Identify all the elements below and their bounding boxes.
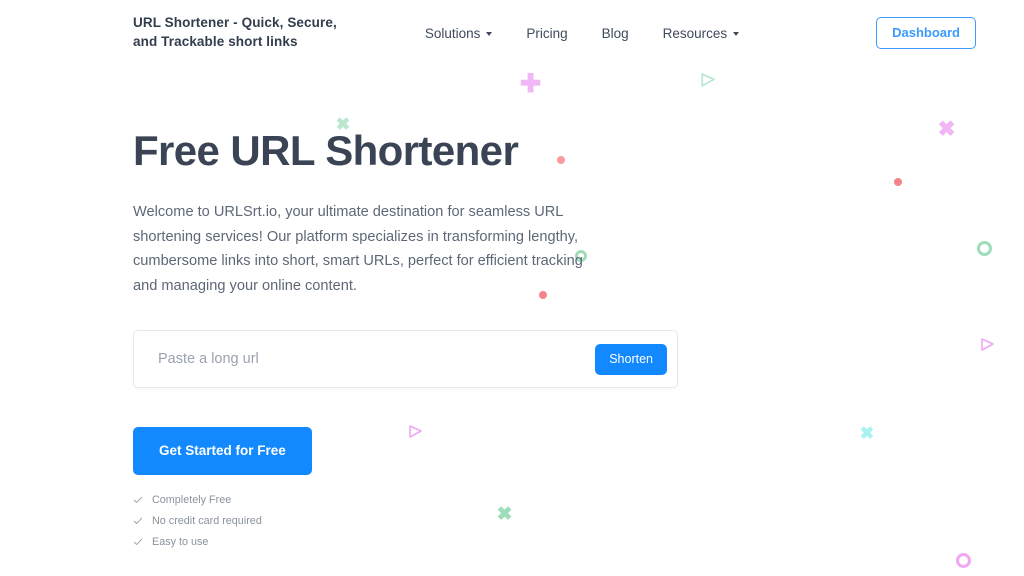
feature-list-item: No credit card required: [133, 515, 1024, 527]
get-started-button[interactable]: Get Started for Free: [133, 427, 312, 475]
check-icon: [133, 496, 143, 503]
feature-list-item: Easy to use: [133, 536, 1024, 548]
header-actions: Dashboard: [876, 17, 976, 49]
nav-item-pricing[interactable]: Pricing: [526, 26, 567, 41]
long-url-input[interactable]: [158, 331, 596, 388]
hero-section: Free URL Shortener Welcome to URLSrt.io,…: [0, 66, 1024, 548]
main-navigation: Solutions Pricing Blog Resources: [425, 26, 740, 41]
check-icon: [133, 517, 143, 524]
feature-label: Completely Free: [152, 493, 232, 506]
nav-item-solutions[interactable]: Solutions: [425, 26, 493, 41]
url-shorten-form: Shorten: [133, 330, 678, 389]
feature-list: Completely Free No credit card required Ea…: [133, 494, 1024, 548]
shorten-button[interactable]: Shorten: [595, 344, 667, 375]
nav-item-blog[interactable]: Blog: [602, 26, 629, 41]
nav-item-label: Resources: [662, 25, 728, 41]
chevron-down-icon: [486, 32, 493, 36]
check-icon: [133, 538, 143, 545]
feature-label: No credit card required: [152, 514, 262, 527]
hero-description: Welcome to URLSrt.io, your ultimate dest…: [133, 204, 583, 294]
brand-logo-text[interactable]: URL Shortener - Quick, Secure, and Track…: [133, 14, 337, 51]
dashboard-button[interactable]: Dashboard: [876, 17, 976, 49]
feature-label: Easy to use: [152, 535, 209, 548]
nav-item-label: Pricing: [526, 25, 568, 41]
chevron-down-icon: [733, 32, 740, 36]
ring-4-decoration: [956, 553, 971, 568]
feature-list-item: Completely Free: [133, 494, 1024, 506]
nav-item-resources[interactable]: Resources: [663, 26, 740, 41]
nav-item-label: Blog: [601, 25, 629, 41]
page-title: Free URL Shortener: [133, 127, 519, 174]
site-header: URL Shortener - Quick, Secure, and Track…: [0, 0, 1024, 66]
nav-item-label: Solutions: [424, 25, 481, 41]
